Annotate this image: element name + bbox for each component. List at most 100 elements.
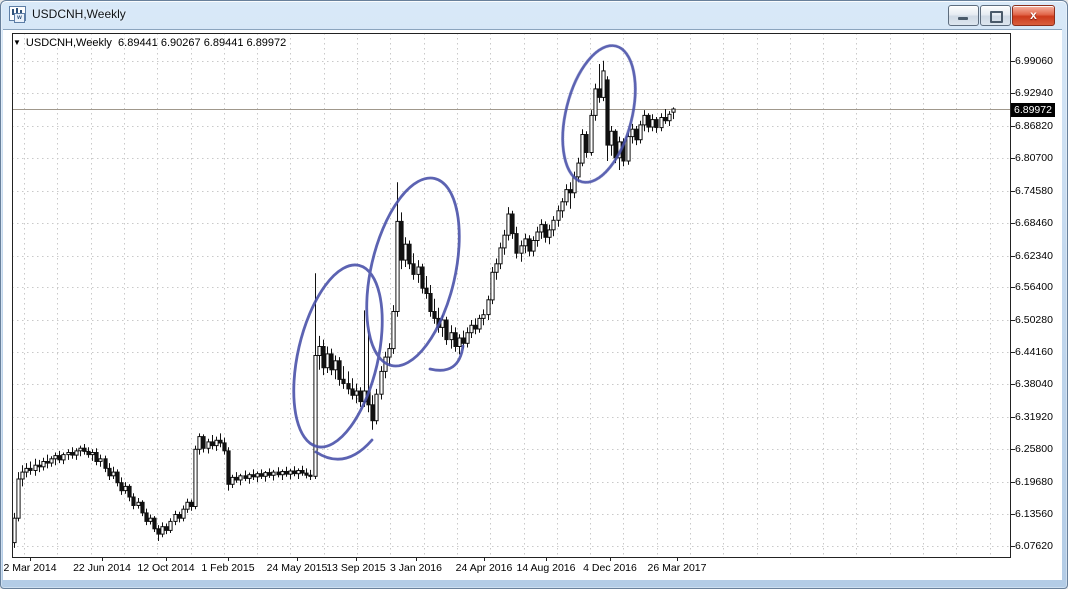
- candle-body: [631, 129, 634, 136]
- candle-body: [318, 347, 321, 356]
- candle-body: [223, 443, 226, 451]
- candle-body: [215, 440, 218, 445]
- candle-body: [178, 515, 181, 519]
- candle-body: [108, 468, 111, 475]
- candle-body: [124, 486, 127, 490]
- candle-body: [169, 521, 172, 530]
- candle-body: [75, 451, 78, 455]
- candle-body: [462, 338, 465, 343]
- quote-high: 6.90267: [161, 37, 201, 49]
- candle-body: [660, 118, 663, 128]
- candle-body: [182, 509, 185, 518]
- candle-body: [664, 118, 667, 121]
- candle-body: [227, 451, 230, 484]
- candle-body: [67, 453, 70, 455]
- candle-body: [590, 115, 593, 152]
- candle-body: [417, 267, 420, 274]
- candle-body: [380, 371, 383, 394]
- candle-body: [309, 475, 312, 476]
- candle-body: [99, 459, 102, 462]
- candle-body: [285, 472, 288, 475]
- symbol-dropdown-icon[interactable]: ▼: [13, 38, 21, 47]
- candle-body: [371, 405, 374, 421]
- annotation-layer: [278, 38, 648, 459]
- quote-symbol: USDCNH,Weekly: [26, 37, 112, 49]
- candle-body: [305, 473, 308, 475]
- candle-body: [400, 221, 403, 260]
- candle-body: [277, 472, 280, 475]
- candle-body: [388, 349, 391, 358]
- candle-body: [482, 315, 485, 319]
- candle-body: [198, 437, 201, 450]
- candle-body: [13, 518, 16, 542]
- candle-body: [499, 248, 502, 264]
- quote-low: 6.89441: [204, 37, 244, 49]
- candle-body: [186, 502, 189, 509]
- candle-body: [635, 129, 638, 140]
- candlestick-chart: [0, 0, 1068, 589]
- candle-body: [46, 462, 49, 464]
- candle-body: [647, 115, 650, 127]
- trend-ellipse-annotation[interactable]: [550, 38, 648, 190]
- candle-body: [87, 451, 90, 454]
- candle-body: [491, 272, 494, 300]
- candle-body: [326, 354, 329, 368]
- candle-body: [614, 131, 617, 158]
- candle-body: [239, 476, 242, 480]
- candle-body: [264, 473, 267, 477]
- candle-body: [38, 465, 41, 467]
- candle-body: [487, 300, 490, 315]
- candle-body: [577, 163, 580, 177]
- candle-body: [289, 471, 292, 474]
- candle-body: [342, 379, 345, 383]
- candle-body: [231, 477, 234, 484]
- candle-body: [515, 234, 518, 254]
- candle-body: [91, 453, 94, 455]
- candle-body: [495, 264, 498, 273]
- candle-body: [149, 518, 152, 521]
- candle-body: [602, 71, 605, 98]
- candle-body: [561, 202, 564, 211]
- candle-body: [252, 475, 255, 477]
- candle-body: [165, 527, 168, 531]
- current-price-tag: 6.89972: [1011, 103, 1055, 117]
- candle-body: [425, 288, 428, 293]
- candle-body: [557, 211, 560, 221]
- candle-body: [116, 472, 119, 483]
- candle-body: [120, 483, 123, 491]
- candle-body: [58, 456, 61, 460]
- candle-body: [21, 472, 24, 479]
- candle-body: [536, 232, 539, 241]
- candle-body: [565, 190, 568, 202]
- candle-body: [190, 502, 193, 506]
- candle-body: [643, 115, 646, 125]
- candle-body: [334, 361, 337, 370]
- candle-body: [552, 220, 555, 230]
- candle-body: [137, 502, 140, 505]
- candle-body: [548, 230, 551, 237]
- candle-body: [524, 239, 527, 246]
- candle-body: [54, 456, 57, 459]
- ellipse-pen-tail[interactable]: [316, 440, 372, 459]
- candle-body: [112, 472, 115, 476]
- candle-body: [544, 225, 547, 238]
- candle-body: [421, 267, 424, 288]
- candle-body: [408, 244, 411, 264]
- candle-body: [458, 338, 461, 347]
- quote-close: 6.89972: [247, 37, 287, 49]
- candle-body: [639, 125, 642, 140]
- candle-body: [655, 120, 658, 128]
- candle-body: [532, 241, 535, 252]
- candle-body: [511, 214, 514, 234]
- candle-body: [219, 440, 222, 443]
- quote-header: ▼USDCNH,Weekly 6.89441 6.90267 6.89441 6…: [13, 37, 286, 49]
- candle-body: [540, 225, 543, 232]
- candle-body: [42, 462, 45, 467]
- ellipse-pen-tail[interactable]: [430, 346, 463, 370]
- candle-body: [610, 131, 613, 145]
- candle-body: [507, 214, 510, 235]
- candle-body: [132, 497, 135, 506]
- candle-body: [71, 453, 74, 456]
- candle-body: [34, 465, 37, 470]
- candle-body: [29, 468, 32, 470]
